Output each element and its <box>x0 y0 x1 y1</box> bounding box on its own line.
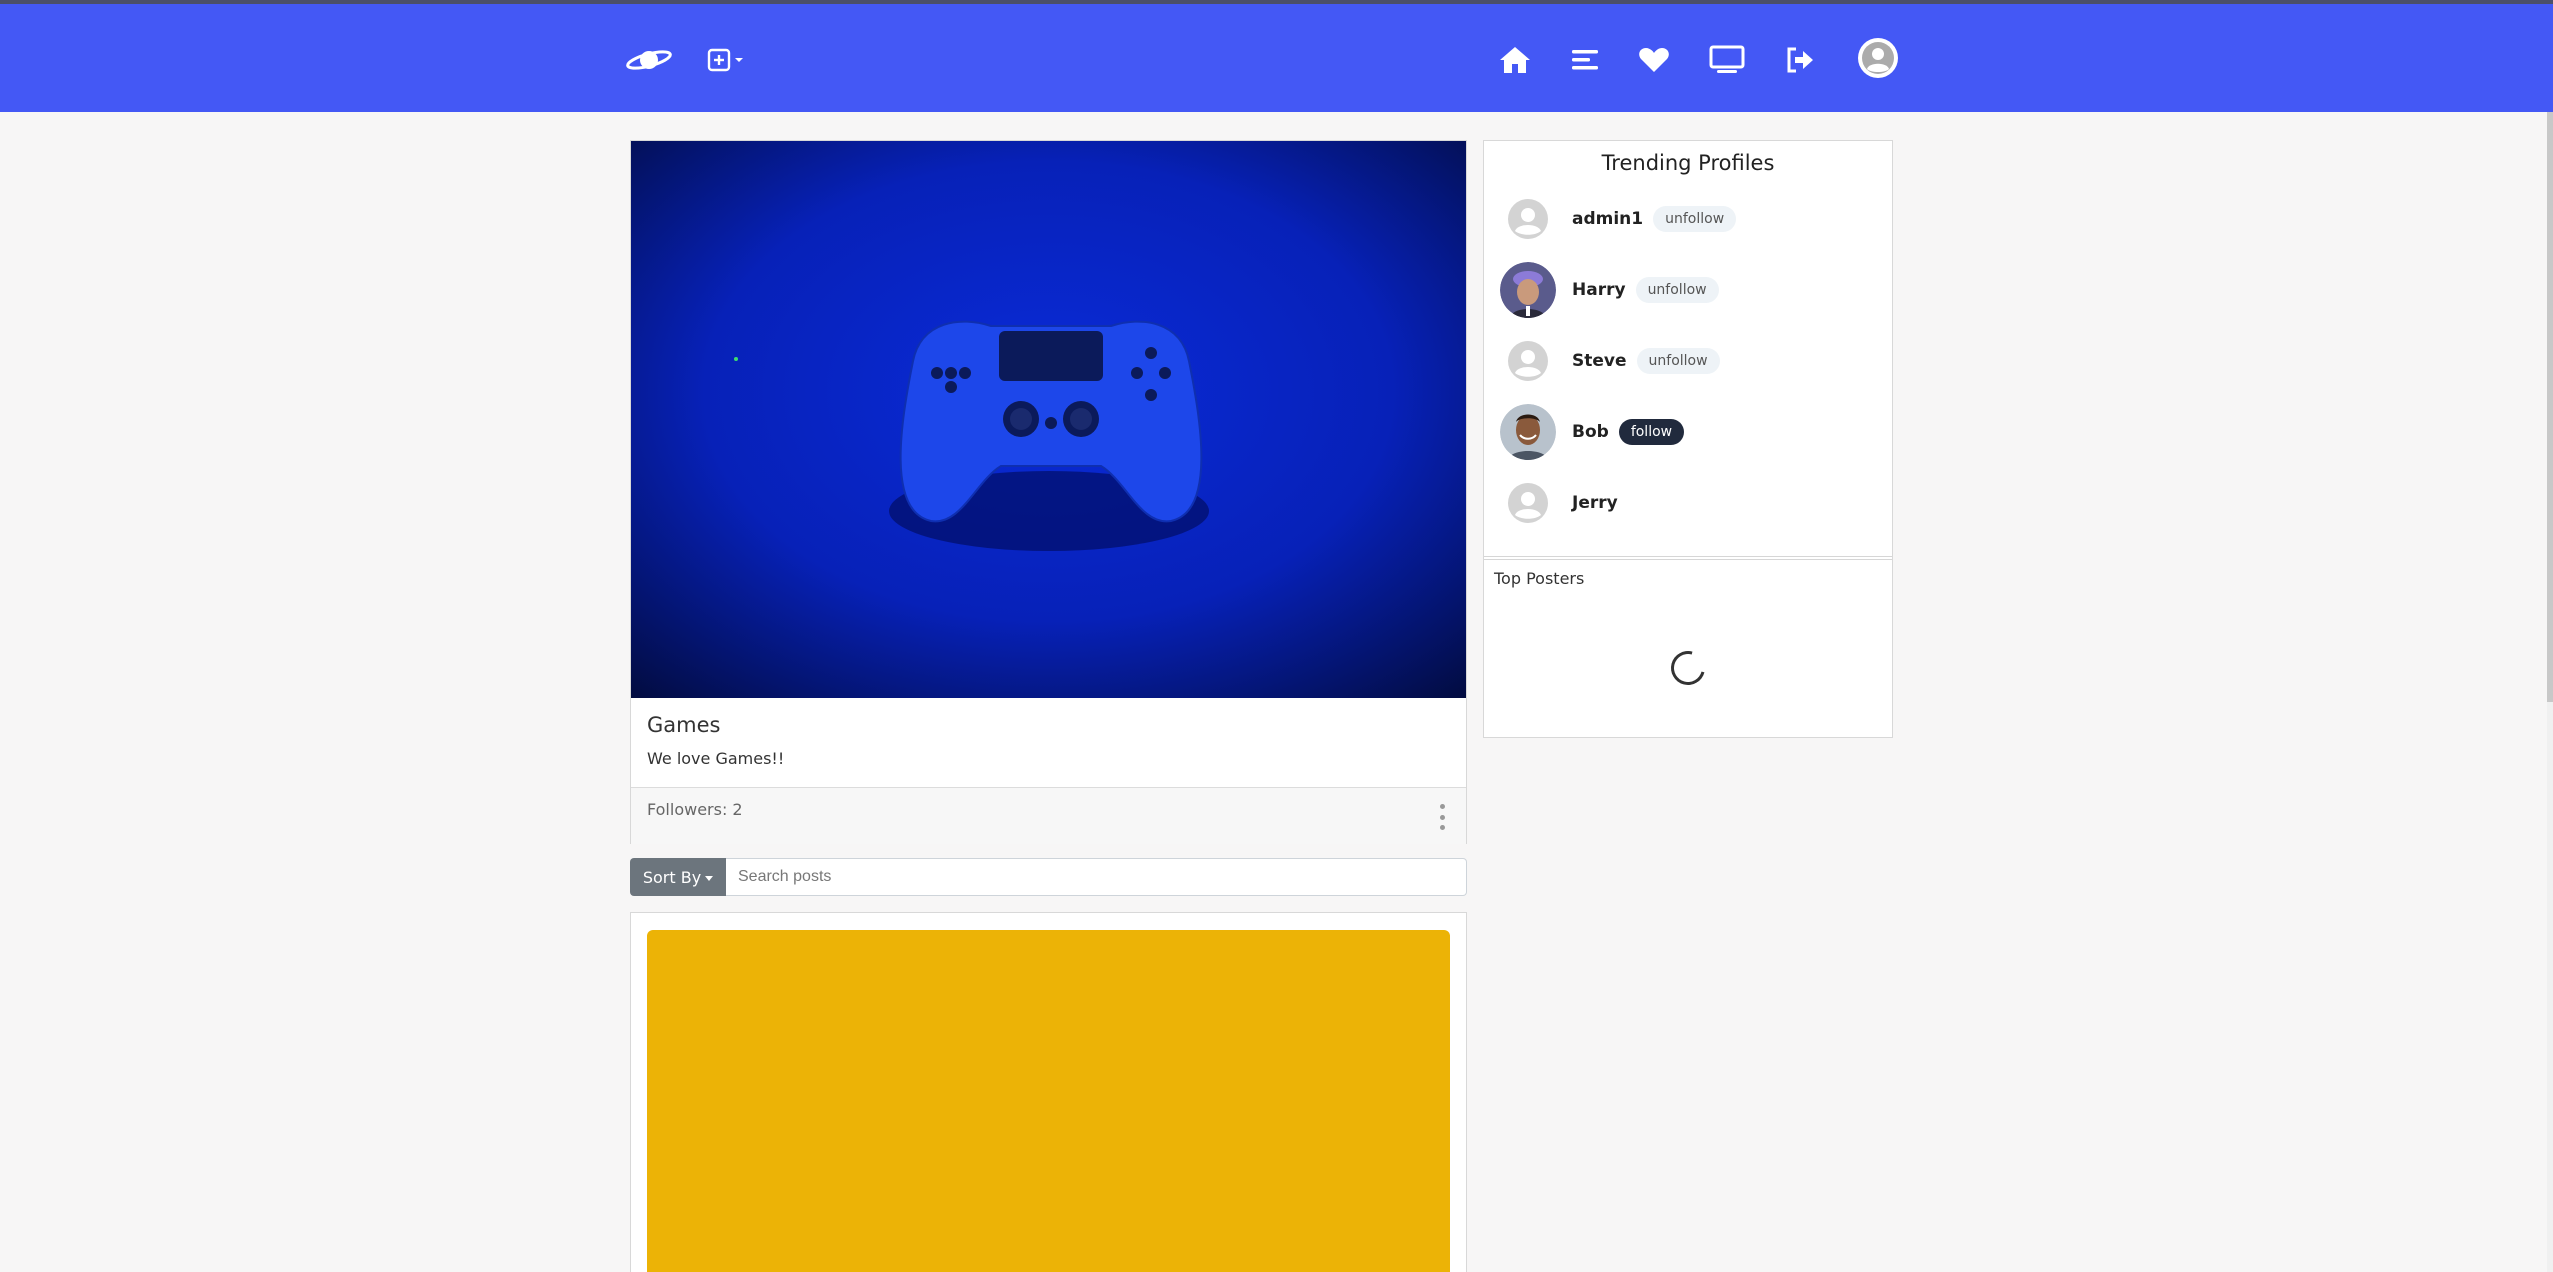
follow-button[interactable]: follow <box>1618 419 1685 445</box>
avatar[interactable] <box>1500 191 1556 247</box>
add-post-dropdown[interactable] <box>700 40 750 80</box>
community-footer: Followers: 2 <box>631 787 1466 844</box>
logout-icon[interactable] <box>1783 40 1817 80</box>
profile-name[interactable]: Jerry <box>1572 493 1618 513</box>
scrollbar-thumb[interactable] <box>2547 112 2553 702</box>
profile-row-harry[interactable]: Harry unfollow <box>1500 262 1719 318</box>
loading-spinner-icon <box>1664 644 1712 692</box>
profile-name[interactable]: admin1 <box>1572 209 1643 229</box>
planet-logo-icon[interactable] <box>624 40 674 80</box>
community-title: Games <box>647 713 721 737</box>
post-card[interactable] <box>630 912 1467 1272</box>
sort-by-label: Sort By <box>642 867 702 887</box>
more-options-icon[interactable] <box>1438 804 1446 830</box>
top-posters-title: Top Posters <box>1494 569 1585 588</box>
avatar[interactable] <box>1500 262 1556 318</box>
monitor-icon[interactable] <box>1708 40 1746 80</box>
avatar[interactable] <box>1500 333 1556 389</box>
profile-row-jerry[interactable]: Jerry <box>1500 475 1618 531</box>
community-description: We love Games!! <box>647 749 785 768</box>
add-square-icon <box>707 48 743 72</box>
section-divider <box>1484 556 1892 560</box>
unfollow-button[interactable]: unfollow <box>1653 206 1737 232</box>
avatar[interactable] <box>1500 475 1556 531</box>
profile-name[interactable]: Bob <box>1572 422 1609 442</box>
profile-row-admin1[interactable]: admin1 unfollow <box>1500 191 1737 247</box>
post-media[interactable] <box>647 930 1450 1272</box>
unfollow-button[interactable]: unfollow <box>1636 348 1720 374</box>
profile-name[interactable]: Steve <box>1572 351 1627 371</box>
unfollow-button[interactable]: unfollow <box>1635 277 1719 303</box>
trending-profiles-title: Trending Profiles <box>1601 151 1775 175</box>
top-navbar <box>0 4 2553 112</box>
trending-profiles-card: Trending Profiles admin1 unfollow Harry … <box>1483 140 1893 738</box>
community-card: Games We love Games!! Followers: 2 <box>630 140 1467 844</box>
game-controller-image <box>631 141 1466 698</box>
sort-by-button[interactable]: Sort By <box>630 858 726 896</box>
list-icon[interactable] <box>1568 40 1602 80</box>
user-avatar-icon[interactable] <box>1857 36 1899 80</box>
search-posts-input[interactable] <box>726 858 1467 896</box>
followers-count: Followers: 2 <box>647 800 743 819</box>
caret-down-icon <box>705 875 714 881</box>
avatar[interactable] <box>1500 404 1556 460</box>
heart-icon[interactable] <box>1637 40 1671 80</box>
profile-row-steve[interactable]: Steve unfollow <box>1500 333 1720 389</box>
profile-row-bob[interactable]: Bob follow <box>1500 404 1685 460</box>
home-icon[interactable] <box>1497 40 1533 80</box>
profile-name[interactable]: Harry <box>1572 280 1626 300</box>
